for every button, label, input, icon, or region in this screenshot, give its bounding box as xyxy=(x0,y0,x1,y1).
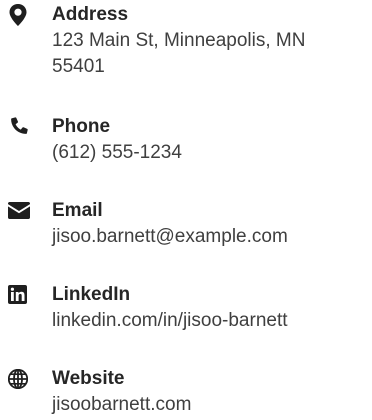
website-value[interactable]: jisoobarnett.com xyxy=(52,392,191,418)
contact-item-email: Email jisoo.barnett@example.com xyxy=(0,198,372,250)
contact-item-website: Website jisoobarnett.com xyxy=(0,366,372,418)
phone-icon xyxy=(0,114,52,137)
contact-item-linkedin: LinkedIn linkedin.com/in/jisoo-barnett xyxy=(0,282,372,334)
email-label: Email xyxy=(52,200,103,221)
map-marker-icon xyxy=(0,2,52,26)
globe-icon xyxy=(0,366,52,389)
address-line-1: 123 Main St, Minneapolis, MN xyxy=(52,30,306,51)
phone-label: Phone xyxy=(52,116,111,137)
address-label: Address xyxy=(52,4,129,25)
website-label: Website xyxy=(52,368,125,389)
contact-item-phone: Phone (612) 555-1234 xyxy=(0,114,372,166)
linkedin-value[interactable]: linkedin.com/in/jisoo-barnett xyxy=(52,308,288,334)
contact-item-address: Address 123 Main St, Minneapolis, MN 554… xyxy=(0,2,372,80)
contact-info-list: Address 123 Main St, Minneapolis, MN 554… xyxy=(0,0,372,420)
linkedin-icon xyxy=(0,282,52,304)
envelope-icon xyxy=(0,198,52,219)
address-line-2: 55401 xyxy=(52,56,105,77)
linkedin-label: LinkedIn xyxy=(52,284,131,305)
phone-value[interactable]: (612) 555-1234 xyxy=(52,140,182,166)
email-value[interactable]: jisoo.barnett@example.com xyxy=(52,224,288,250)
